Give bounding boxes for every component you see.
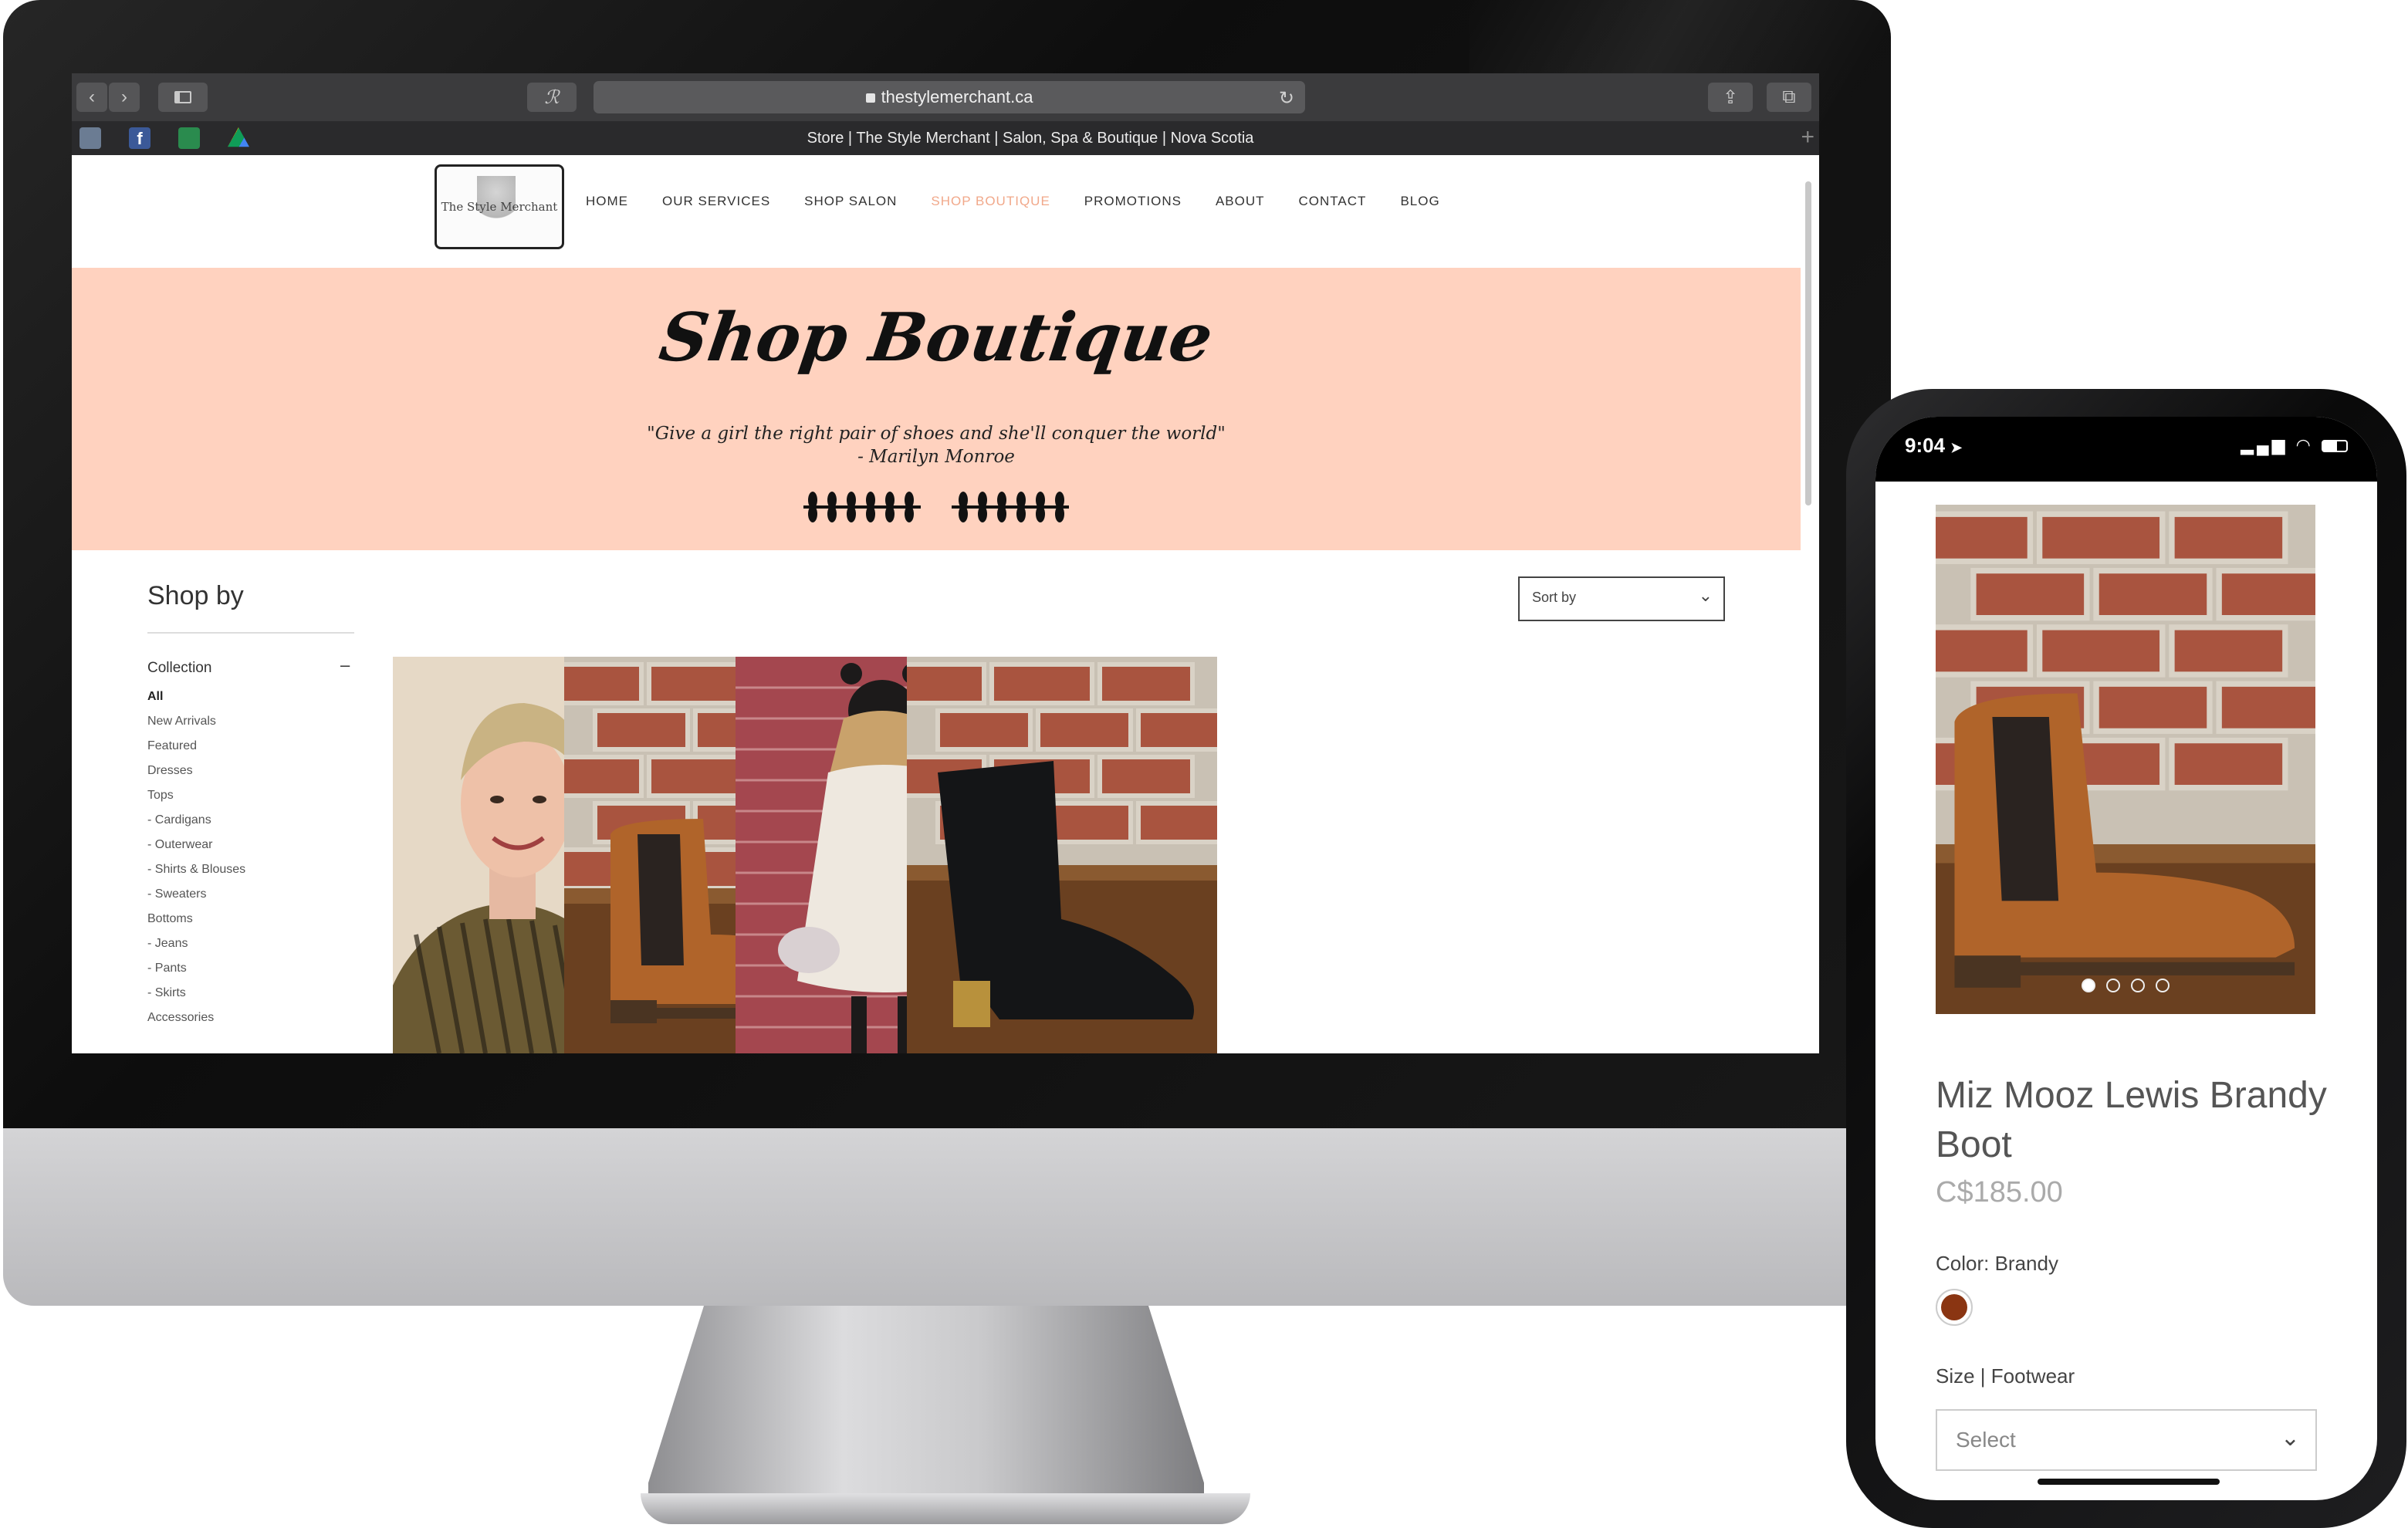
hero-title: Shop Boutique	[654, 299, 1218, 377]
sheets-favicon-icon[interactable]	[178, 127, 200, 149]
product-title: Miz Mooz Lewis Brandy Boot	[1936, 1075, 2327, 1165]
product-card-black-boot[interactable]	[907, 657, 1217, 1053]
nav-item-our-services[interactable]: OUR SERVICES	[662, 194, 770, 209]
nav-item-home[interactable]: HOME	[586, 194, 628, 209]
browser-window: ‹ › ℛ thestylemerchant.ca ↻ ⇪ ⧉ f Store …	[72, 73, 1819, 1053]
collection-item[interactable]: - Sweaters	[147, 882, 245, 907]
tab-title[interactable]: Store | The Style Merchant | Salon, Spa …	[272, 121, 1788, 155]
address-bar[interactable]: thestylemerchant.ca ↻	[594, 81, 1305, 113]
imac-stand	[648, 1306, 1204, 1514]
carousel-dot[interactable]	[2082, 979, 2095, 992]
imac-base	[641, 1493, 1250, 1524]
collapse-icon[interactable]: –	[340, 655, 350, 675]
bookmarks-bar: f Store | The Style Merchant | Salon, Sp…	[72, 121, 1819, 155]
laurel-ornament-icon	[72, 488, 1801, 530]
collection-item[interactable]: All	[147, 685, 245, 709]
sidebar-title: Shop by	[147, 581, 244, 610]
sidebar-divider	[147, 632, 354, 634]
reload-icon[interactable]: ↻	[1279, 87, 1294, 110]
collection-item[interactable]: Bottoms	[147, 907, 245, 931]
collection-item[interactable]: Accessories	[147, 1006, 245, 1030]
lock-icon	[865, 93, 875, 103]
collection-list: All New Arrivals Featured Dresses Tops - Card…	[147, 685, 245, 1030]
site-header: The Style Merchant HOME OUR SERVICES SHOP …	[72, 155, 1819, 263]
page-scrollbar[interactable]	[1805, 181, 1811, 505]
reader-icon: ℛ	[544, 86, 560, 108]
hero-quote: "Give a girl the right pair of shoes and…	[72, 422, 1801, 468]
size-select-value: Select	[1956, 1428, 2016, 1452]
battery-icon	[2322, 440, 2348, 453]
phone-clock: 9:04 ➤	[1905, 434, 1963, 457]
wifi-icon: ◠	[2295, 435, 2314, 455]
chevron-down-icon: ⌄	[1698, 586, 1713, 605]
carousel-dot[interactable]	[2131, 979, 2145, 992]
collection-item[interactable]: Tops	[147, 783, 245, 808]
new-tab-icon[interactable]: +	[1801, 124, 1814, 150]
nav-item-shop-salon[interactable]: SHOP SALON	[804, 194, 897, 209]
collection-item[interactable]: - Outerwear	[147, 833, 245, 857]
home-indicator[interactable]	[2038, 1479, 2220, 1485]
product-price: C$185.00	[1936, 1176, 2063, 1209]
phone-product-image[interactable]	[1936, 505, 2315, 1014]
size-select[interactable]: Select ⌄	[1936, 1409, 2317, 1471]
nav-item-shop-boutique[interactable]: SHOP BOUTIQUE	[931, 194, 1050, 209]
sidebar-toggle-button[interactable]	[158, 83, 208, 112]
browser-toolbar: ‹ › ℛ thestylemerchant.ca ↻ ⇪ ⧉	[72, 73, 1819, 121]
collection-item[interactable]: - Cardigans	[147, 808, 245, 833]
printer-favicon-icon[interactable]	[79, 127, 101, 149]
collection-filter-label[interactable]: Collection	[147, 660, 211, 677]
quote-author: - Marilyn Monroe	[857, 447, 1015, 467]
back-button[interactable]: ‹	[76, 83, 107, 112]
color-swatch-brandy[interactable]	[1936, 1289, 1973, 1326]
site-logo[interactable]: The Style Merchant	[435, 164, 564, 249]
brandy-boot-large-image	[1936, 505, 2315, 1014]
color-label: Color: Brandy	[1936, 1252, 2058, 1275]
location-icon: ➤	[1950, 440, 1963, 455]
url-text: thestylemerchant.ca	[881, 87, 1033, 106]
carousel-dot[interactable]	[2156, 979, 2170, 992]
collection-item[interactable]: - Skirts	[147, 981, 245, 1006]
tabs-button[interactable]: ⧉	[1767, 83, 1811, 112]
collection-item[interactable]: - Jeans	[147, 931, 245, 956]
quote-text: "Give a girl the right pair of shoes and…	[647, 424, 1226, 444]
sidebar-icon	[174, 91, 191, 103]
sort-label: Sort by	[1532, 590, 1577, 605]
phone-status-bar: 9:04 ➤ ▂▄▆ ◠	[1875, 417, 2377, 482]
drive-favicon-icon[interactable]	[228, 127, 249, 147]
image-carousel-dots	[1936, 979, 2315, 992]
chevron-left-icon: ‹	[89, 86, 95, 107]
signal-icon: ▂▄▆	[2241, 435, 2288, 455]
carousel-dot[interactable]	[2106, 979, 2120, 992]
nav-item-contact[interactable]: CONTACT	[1299, 194, 1367, 209]
swatch-fill	[1941, 1294, 1967, 1320]
forward-button[interactable]: ›	[109, 83, 140, 112]
size-label: Size | Footwear	[1936, 1364, 2075, 1388]
collection-item[interactable]: Dresses	[147, 759, 245, 783]
collection-item[interactable]: Featured	[147, 734, 245, 759]
collection-item[interactable]: - Shirts & Blouses	[147, 857, 245, 882]
reader-button[interactable]: ℛ	[527, 83, 577, 112]
share-button[interactable]: ⇪	[1708, 83, 1753, 112]
phone-notch	[1991, 417, 2261, 460]
collection-item[interactable]: New Arrivals	[147, 709, 245, 734]
share-icon: ⇪	[1722, 86, 1739, 108]
hero-banner: Shop Boutique "Give a girl the right pai…	[72, 268, 1801, 550]
black-boot-image	[907, 657, 1217, 1053]
nav-item-about[interactable]: ABOUT	[1216, 194, 1265, 209]
main-nav: HOME OUR SERVICES SHOP SALON SHOP BOUTIQUE P…	[586, 194, 1474, 209]
nav-item-promotions[interactable]: PROMOTIONS	[1084, 194, 1182, 209]
tabs-icon: ⧉	[1782, 86, 1796, 107]
iphone-screen: 9:04 ➤ ▂▄▆ ◠ Miz Mooz Lewis Brandy Boot …	[1875, 417, 2377, 1500]
sort-dropdown[interactable]: Sort by ⌄	[1518, 576, 1725, 621]
chevron-down-icon: ⌄	[2280, 1425, 2300, 1451]
imac-chin	[3, 1128, 1891, 1306]
facebook-favicon-icon[interactable]: f	[129, 127, 150, 149]
phone-status-icons: ▂▄▆ ◠	[2241, 435, 2348, 455]
collection-item[interactable]: - Pants	[147, 956, 245, 981]
chevron-right-icon: ›	[121, 86, 127, 107]
nav-item-blog[interactable]: BLOG	[1400, 194, 1439, 209]
